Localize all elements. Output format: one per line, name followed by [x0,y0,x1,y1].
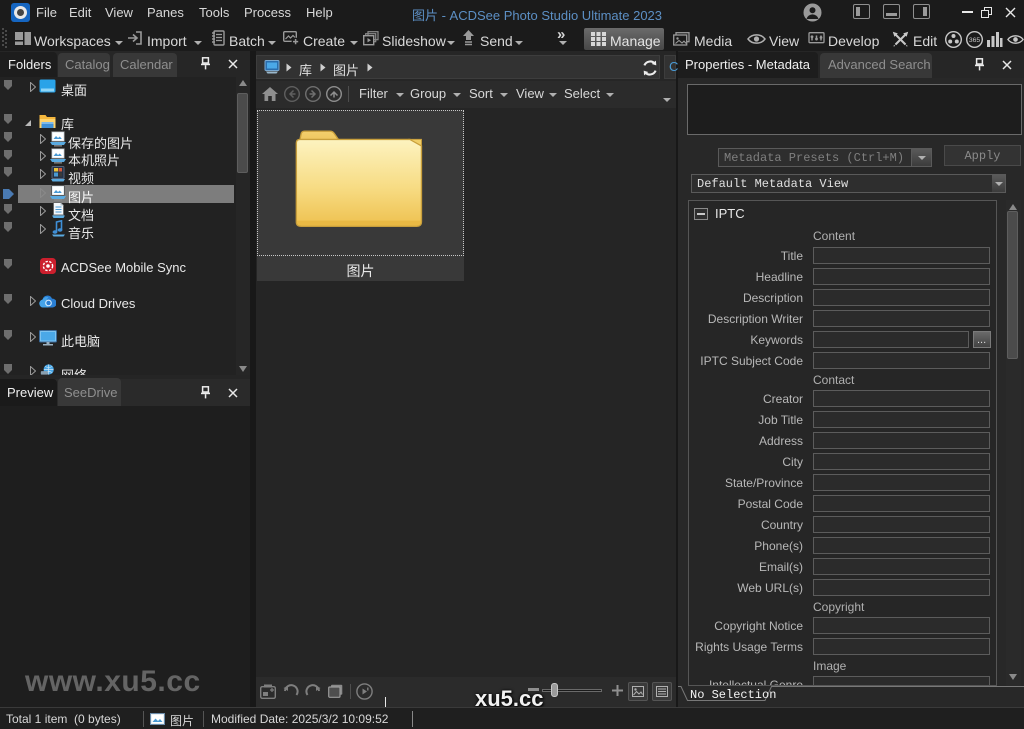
svg-text:365: 365 [969,37,981,44]
